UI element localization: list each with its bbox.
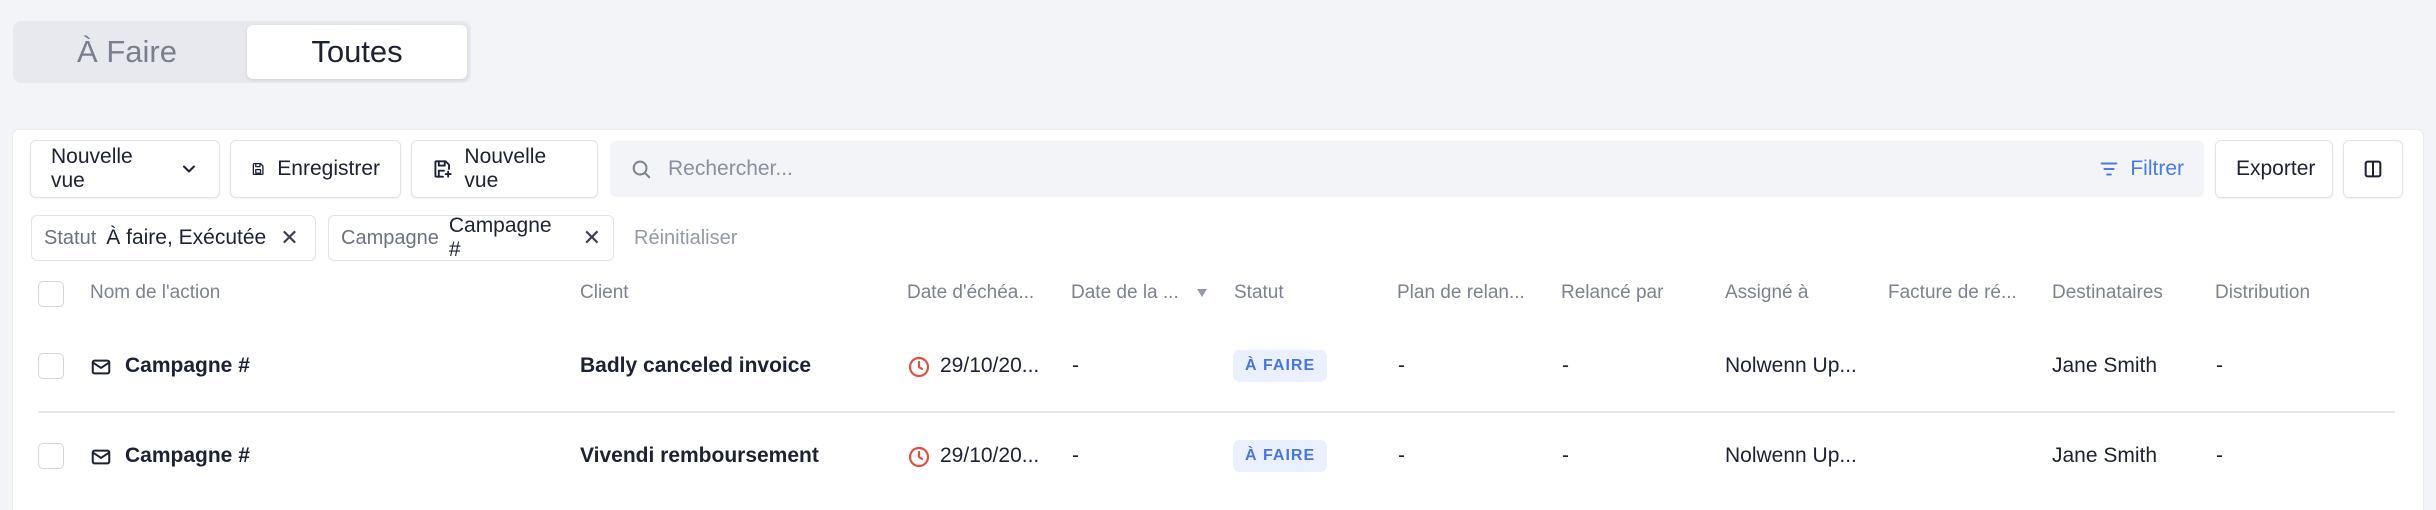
row-action-name[interactable]: Campagne # <box>125 444 250 468</box>
close-icon[interactable]: ✕ <box>583 225 601 251</box>
select-all-checkbox[interactable] <box>38 281 64 307</box>
filter-chip-value: Campagne # <box>448 214 552 261</box>
filter-button[interactable]: Filtrer <box>2098 157 2184 181</box>
save-icon <box>252 162 264 176</box>
column-header-recipients[interactable]: Destinataires <box>2052 282 2163 304</box>
export-button-label: Exporter <box>2236 157 2316 180</box>
close-icon[interactable]: ✕ <box>280 225 298 251</box>
reset-filters-link[interactable]: Réinitialiser <box>634 227 737 250</box>
column-header-date[interactable]: Date de la ... <box>1071 282 1179 304</box>
filter-chip-key: Campagne <box>341 226 439 249</box>
row-distribution: - <box>2216 444 2223 467</box>
column-header-due-date[interactable]: Date d'échéa... <box>907 282 1034 304</box>
search-bar: Filtrer <box>610 141 2204 197</box>
row-assigned: Nolwenn Up... <box>1725 444 1857 467</box>
row-plan: - <box>1398 444 1405 467</box>
column-header-invoice[interactable]: Facture de ré... <box>1888 282 2017 304</box>
save-button[interactable]: Enregistrer <box>230 140 401 198</box>
row-client[interactable]: Vivendi remboursement <box>580 444 819 468</box>
column-header-plan[interactable]: Plan de relan... <box>1397 282 1525 304</box>
row-checkbox[interactable] <box>38 353 64 379</box>
mail-icon <box>91 449 111 465</box>
sort-desc-icon[interactable] <box>1196 288 1208 298</box>
row-recipients: Jane Smith <box>2052 354 2158 377</box>
column-header-assigned[interactable]: Assigné à <box>1725 282 1808 304</box>
filter-chip-campagne[interactable]: Campagne Campagne # ✕ <box>328 214 614 261</box>
clock-icon <box>908 356 930 378</box>
row-checkbox[interactable] <box>38 443 64 469</box>
column-header-relance[interactable]: Relancé par <box>1561 282 1663 304</box>
status-badge: À FAIRE <box>1233 440 1328 472</box>
row-recipients: Jane Smith <box>2052 444 2158 467</box>
row-plan: - <box>1398 354 1405 377</box>
row-relance: - <box>1562 444 1569 467</box>
new-view-button[interactable]: Nouvelle vue <box>411 140 598 198</box>
row-due-date: 29/10/20... <box>940 444 1040 467</box>
row-date: - <box>1072 444 1079 467</box>
column-header-status[interactable]: Statut <box>1234 282 1284 304</box>
filter-chip-value: À faire, Exécutée <box>106 226 267 249</box>
row-assigned: Nolwenn Up... <box>1725 354 1857 377</box>
row-distribution: - <box>2216 354 2223 377</box>
columns-toggle-button[interactable] <box>2343 140 2403 198</box>
filter-chip-key: Statut <box>44 226 97 249</box>
chevron-down-icon <box>183 165 196 173</box>
row-date: - <box>1072 354 1079 377</box>
tab-toutes[interactable]: Toutes <box>247 25 467 79</box>
save-plus-icon <box>434 160 452 178</box>
search-input[interactable] <box>668 157 2083 181</box>
mail-icon <box>91 359 111 375</box>
row-action-name[interactable]: Campagne # <box>125 354 250 378</box>
clock-icon <box>908 446 930 468</box>
save-button-label: Enregistrer <box>277 157 380 180</box>
view-toggle: À Faire Toutes <box>13 21 471 83</box>
row-client[interactable]: Badly canceled invoice <box>580 354 811 378</box>
export-button[interactable]: Exporter <box>2215 140 2333 198</box>
row-due-date: 29/10/20... <box>940 354 1040 377</box>
column-header-distribution[interactable]: Distribution <box>2215 282 2310 304</box>
tab-a-faire[interactable]: À Faire <box>17 25 237 79</box>
columns-icon <box>2364 160 2382 178</box>
view-select-label: Nouvelle vue <box>51 145 133 192</box>
search-icon <box>632 160 651 179</box>
filter-icon <box>2100 162 2118 176</box>
filter-button-label: Filtrer <box>2130 157 2184 180</box>
row-divider <box>38 411 2395 413</box>
column-header-client[interactable]: Client <box>580 282 629 304</box>
filter-chip-statut[interactable]: Statut À faire, Exécutée ✕ <box>31 215 316 261</box>
status-badge: À FAIRE <box>1233 350 1328 382</box>
column-header-action[interactable]: Nom de l'action <box>90 282 220 304</box>
new-view-button-label: Nouvelle vue <box>464 145 547 192</box>
view-select-button[interactable]: Nouvelle vue <box>30 140 220 198</box>
row-relance: - <box>1562 354 1569 377</box>
